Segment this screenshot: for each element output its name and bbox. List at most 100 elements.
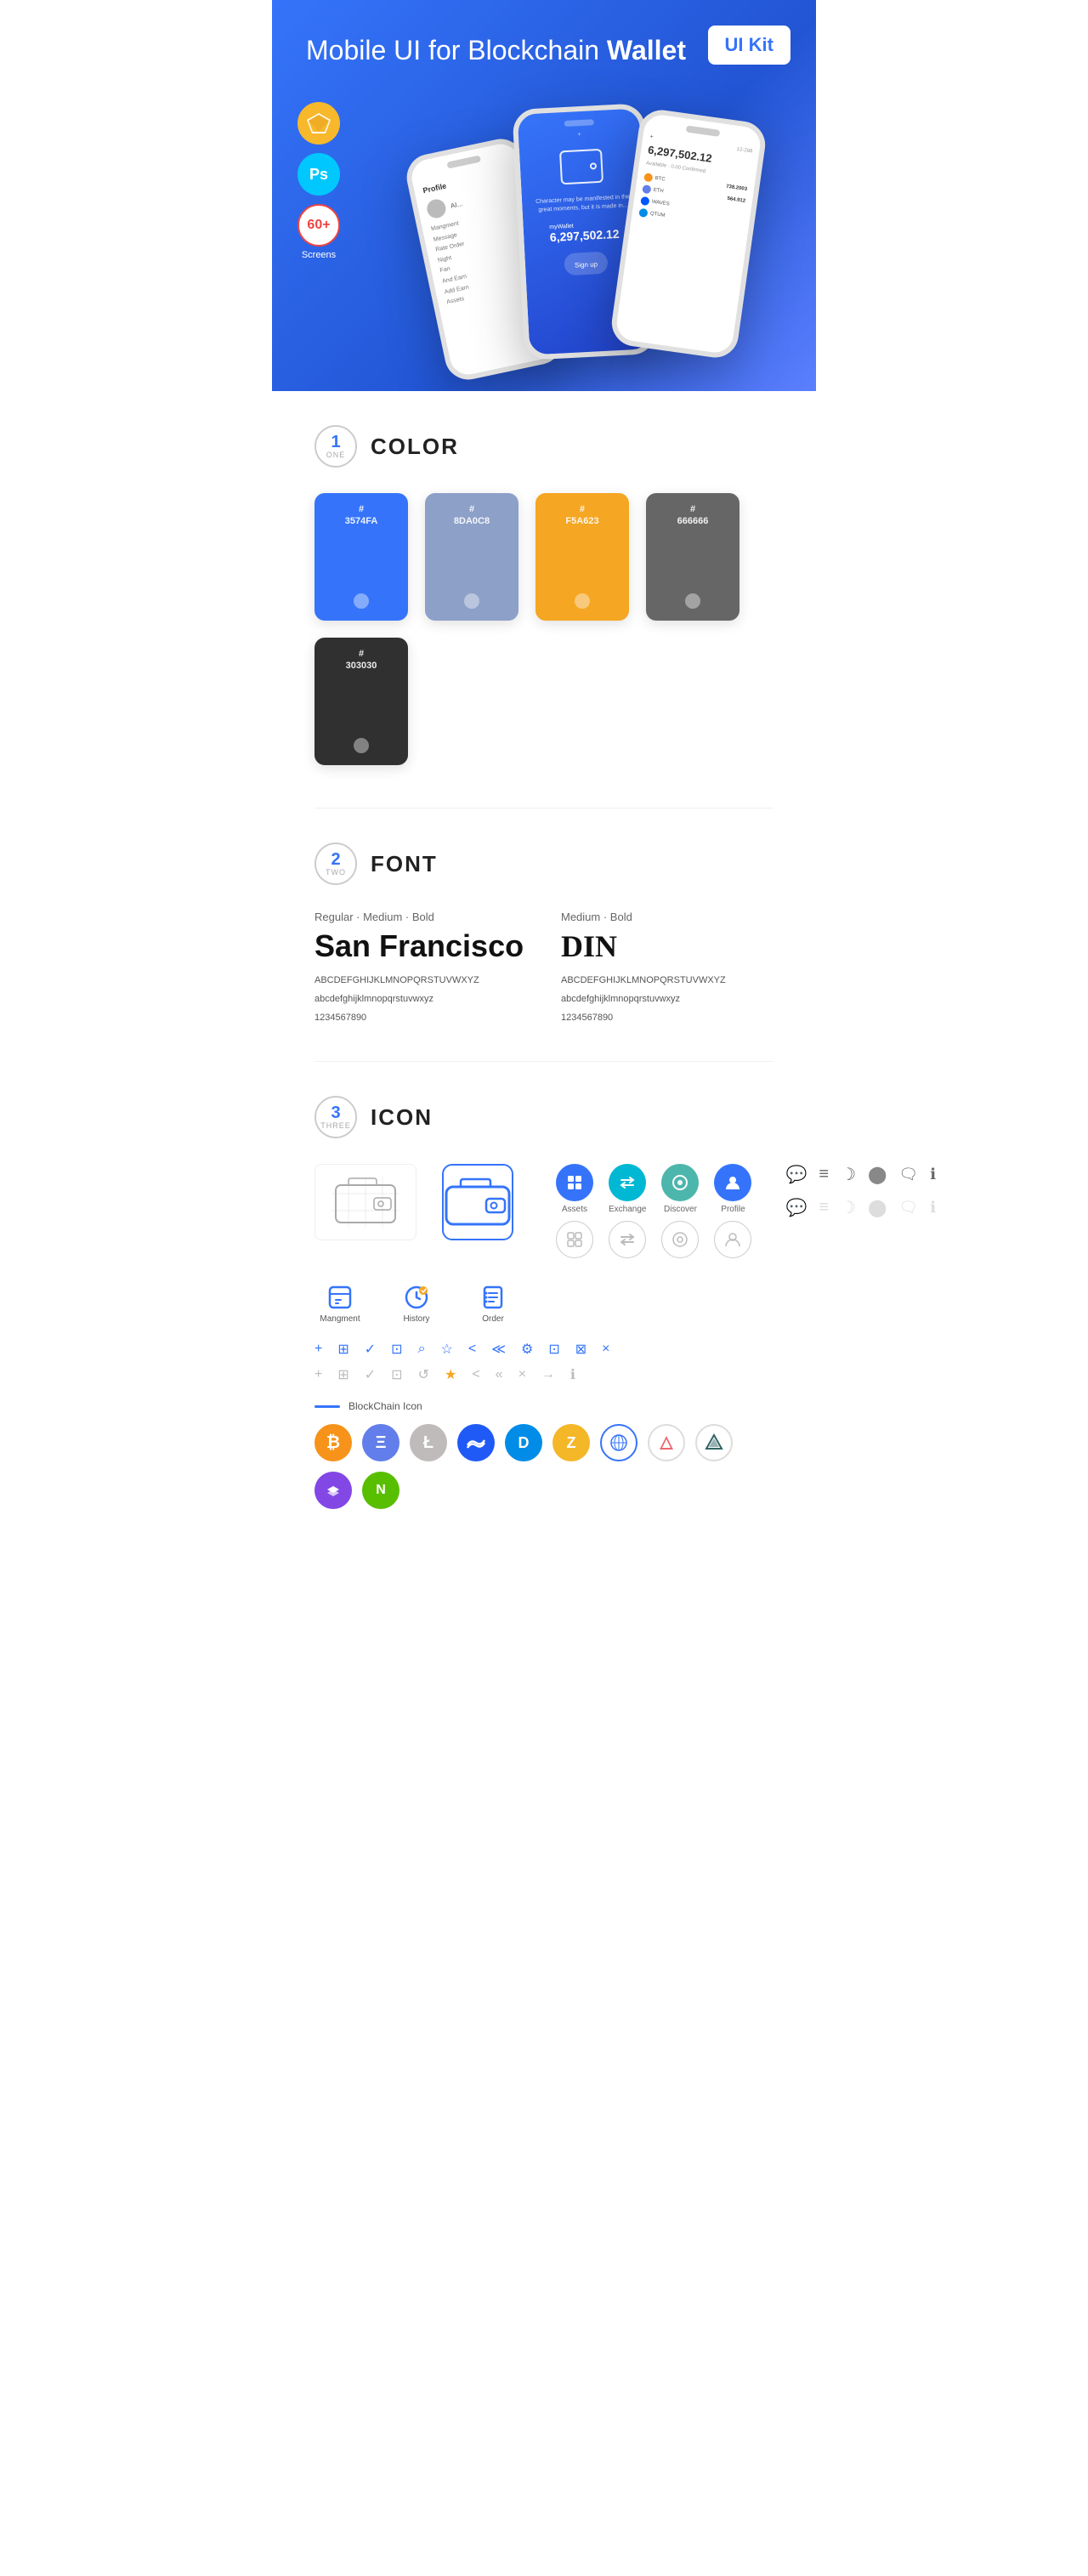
font-alpha-sf: ABCDEFGHIJKLMNOPQRSTUVWXYZ abcdefghijklm… [314,971,527,1027]
qr-icon-gray: ⊡ [391,1366,402,1383]
qr-icon: ⊡ [391,1341,402,1358]
history-icon-box: History [391,1284,442,1324]
plus-icon-gray: + [314,1367,322,1382]
assets-icon-item: Assets [556,1164,593,1214]
util-icons-row-1: + ⊞ ✓ ⊡ ⌕ ☆ < ≪ ⚙ ⊡ ⊠ × [314,1341,774,1358]
komodo-icon [695,1424,733,1461]
exchange-icon [609,1164,646,1201]
history-icon [403,1284,430,1311]
color-swatch-3: #F5A623 [536,493,629,621]
tool-badges: Ps 60+ Screens [298,102,340,260]
color-swatch-4: #666666 [646,493,740,621]
section-num-2: 2 TWO [314,843,357,885]
star-icon: ☆ [441,1341,453,1358]
color-dot [354,738,369,753]
font-name-din: DIN [561,928,774,964]
message-icon-gray: 🗨 [898,1199,918,1217]
message-icon: 🗨 [898,1166,918,1183]
blockchain-label: BlockChain Icon [314,1400,774,1412]
assets-icon [556,1164,593,1201]
settings-icon: ⚙ [521,1341,533,1358]
exchange-icon-gray [609,1221,646,1258]
close-icon-gray: × [518,1367,526,1382]
ps-badge: Ps [298,153,340,196]
blockchain-label-text: BlockChain Icon [348,1400,422,1412]
color-section-header: 1 ONE COLOR [314,425,774,468]
wallet-icon-filled [442,1164,513,1240]
star-icon-yellow: ★ [445,1366,456,1383]
crypto-icons: ₿ Ξ Ł D Z N [314,1424,774,1509]
management-icon-box: Mangment [314,1284,366,1324]
grid-edit-icon: ⊞ [337,1341,348,1358]
color-swatch-5: #303030 [314,638,408,765]
stack-icon: ≡ [819,1165,829,1184]
color-dot [354,593,369,609]
font-alpha-din: ABCDEFGHIJKLMNOPQRSTUVWXYZ abcdefghijklm… [561,971,774,1027]
wallet-icon-construction [314,1164,416,1240]
screens-badge: 60+ [298,204,340,247]
management-icon [326,1284,354,1311]
circle-icon: ⬤ [868,1164,887,1185]
section-num-3: 3 THREE [314,1096,357,1138]
color-title: COLOR [371,434,459,460]
profile-icon [714,1164,751,1201]
hero-section: Mobile UI for Blockchain Wallet UI Kit P… [272,0,816,391]
check-icon: ✓ [365,1341,376,1358]
toggle-icon: ⊠ [575,1341,586,1358]
discover-icon-gray [661,1221,699,1258]
info-icon-gray: ℹ [570,1366,575,1383]
wallet-icon-variants [314,1164,416,1240]
search-icon-gray: ↺ [418,1366,429,1383]
color-dot [685,593,700,609]
extra-icon-col: 💬 ≡ ☽ ⬤ 🗨 ℹ 💬 ≡ ☽ ⬤ 🗨 ℹ [785,1164,936,1218]
search-icon: ⌕ [418,1342,426,1357]
chat-icon-gray: 💬 [785,1197,807,1218]
bitcoin-icon: ₿ [314,1424,352,1461]
font-name-sf: San Francisco [314,928,527,964]
discover-icon-item: Discover [661,1164,699,1214]
dash-icon: D [505,1424,542,1461]
expand-icon: ⊡ [548,1341,559,1358]
icon-top-row: Assets Exchange Discover [314,1164,774,1258]
litecoin-icon: Ł [410,1424,447,1461]
divider-1 [314,808,774,809]
order-label: Order [482,1314,504,1324]
color-palette: #3574FA #8DA0C8 #F5A623 #666666 #303030 [314,493,774,765]
order-icon-box: Order [468,1284,518,1324]
screens-label: Screens [298,250,340,260]
exchange-icon-item: Exchange [609,1164,646,1214]
discover-icon [661,1164,699,1201]
main-content: 1 ONE COLOR #3574FA #8DA0C8 #F5A623 #666… [272,391,816,1543]
share-icon-gray: « [496,1367,503,1382]
color-swatch-1: #3574FA [314,493,408,621]
plus-icon: + [314,1342,322,1357]
profile-icon-item: Profile [714,1164,751,1214]
profile-icon-gray [714,1221,751,1258]
font-grid: Regular · Medium · Bold San Francisco AB… [314,911,774,1027]
blockchain-line [314,1405,340,1408]
info-icon-gray: ℹ [930,1199,936,1217]
section-num-1: 1 ONE [314,425,357,468]
history-label: History [403,1314,429,1324]
check-icon-gray: ✓ [365,1366,376,1383]
order-icon [479,1284,507,1311]
matic-icon [314,1472,352,1509]
zcash-icon: Z [552,1424,590,1461]
moon-icon: ☽ [841,1164,856,1185]
icon-section-header: 3 THREE ICON [314,1096,774,1138]
color-swatch-2: #8DA0C8 [425,493,518,621]
info-icon: ℹ [930,1166,936,1183]
ark-icon [648,1424,685,1461]
ui-kit-badge: UI Kit [708,26,790,65]
divider-2 [314,1061,774,1062]
arrow-right-icon-gray: → [541,1367,555,1382]
chat-icon: 💬 [785,1164,807,1185]
font-section-header: 2 TWO FONT [314,843,774,885]
chevron-left-icon: < [468,1342,476,1357]
nav-icon-group: Assets Exchange Discover [556,1164,751,1258]
assets-icon-gray [556,1221,593,1258]
stack-icon-gray: ≡ [819,1198,829,1217]
font-din: Medium · Bold DIN ABCDEFGHIJKLMNOPQRSTUV… [561,911,774,1027]
color-dot [464,593,479,609]
sketch-badge [298,102,340,145]
